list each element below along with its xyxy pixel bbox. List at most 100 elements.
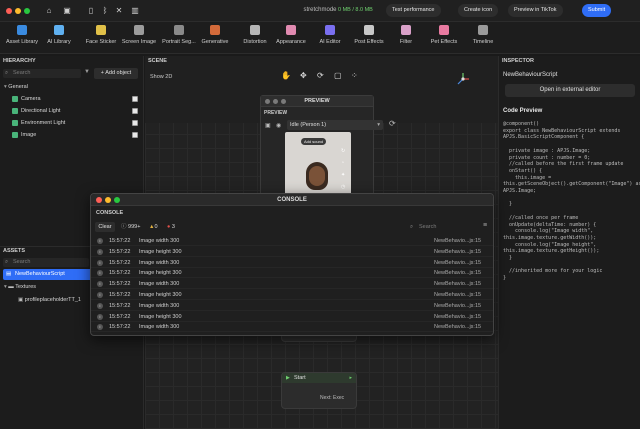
beauty-icon[interactable]: ✦	[341, 172, 345, 178]
log-message: Image width 300	[139, 281, 180, 288]
visibility-checkbox[interactable]	[132, 96, 138, 102]
script-name: NewBehaviourScript	[503, 72, 558, 78]
assets-title: ASSETS	[3, 248, 26, 254]
log-time: 15:57:22	[109, 281, 131, 288]
tool-filter[interactable]: Filter	[396, 25, 416, 45]
log-row[interactable]: i 15:57:22 Image width 300 NewBehavio...js:…	[91, 301, 493, 311]
tool-face-sticker[interactable]: Face Sticker	[84, 25, 118, 45]
tool-pet-effects[interactable]: Pet Effects	[428, 25, 460, 45]
tree-item-label: Image	[21, 132, 37, 138]
error-filter-toggle[interactable]: ● 3	[167, 222, 175, 232]
create-icon-button[interactable]: Create icon	[458, 4, 499, 17]
generative-icon	[210, 25, 220, 35]
log-source[interactable]: NewBehavio...js:15	[434, 258, 481, 268]
console-tab[interactable]: CONSOLE	[96, 210, 123, 216]
log-row[interactable]: i 15:57:22 Image width 300 NewBehavio...js:…	[91, 258, 493, 268]
open-external-label: Open in external editor	[539, 87, 601, 93]
test-performance-label: Test performance	[392, 7, 435, 13]
error-count: 3	[171, 224, 175, 230]
log-source[interactable]: NewBehavio...js:15	[434, 290, 481, 300]
log-source[interactable]: NewBehavio...js:15	[434, 268, 481, 278]
tree-item-label: Camera	[21, 96, 41, 102]
hierarchy-search-input[interactable]: ⌕ Search	[3, 69, 81, 78]
tree-item-directional-light[interactable]: Directional Light	[0, 106, 144, 116]
memory-indicator: 0 MB / 8.0 MB	[338, 7, 373, 13]
visibility-checkbox[interactable]	[132, 108, 138, 114]
tool-portrait-seg[interactable]: Portrait Seg...	[160, 25, 198, 45]
tool-screen-image[interactable]: Screen Image	[120, 25, 158, 45]
tool-generative[interactable]: Generative	[200, 25, 230, 45]
tool-timeline[interactable]: Timeline	[468, 25, 498, 45]
face-sticker-icon	[96, 25, 106, 35]
tree-group-general[interactable]: ▾ General	[0, 82, 144, 92]
transform-tool-icon[interactable]: ⁘	[351, 71, 358, 80]
log-time: 15:57:22	[109, 259, 131, 266]
log-row[interactable]: i 15:57:22 Image height 300 NewBehavio...js…	[91, 312, 493, 322]
log-source[interactable]: NewBehavio...js:15	[434, 301, 481, 311]
log-row[interactable]: i 15:57:22 Image height 300 NewBehavio...js…	[91, 268, 493, 279]
log-row[interactable]: i 15:57:22 Image height 300 NewBehavio...js…	[91, 247, 493, 257]
exec-pin-icon[interactable]: ▸	[349, 375, 352, 381]
add-sound-badge[interactable]: Add sound	[301, 138, 327, 145]
tool-ai-library[interactable]: AI Library	[42, 25, 76, 45]
screen-image-icon	[134, 25, 144, 35]
warning-filter-toggle[interactable]: ▲0	[149, 222, 158, 232]
filter-icon[interactable]: ▼	[84, 69, 90, 75]
console-clear-button[interactable]: Clear	[95, 222, 115, 232]
log-row[interactable]: i 15:57:22 Image width 300 NewBehavio...js:…	[91, 236, 493, 246]
hand-tool-icon[interactable]: ✋	[281, 71, 291, 80]
preview-tab[interactable]: PREVIEW	[264, 110, 287, 116]
flip-icon[interactable]: ↻	[341, 148, 345, 154]
console-search-input[interactable]: ⌕ Search	[409, 222, 471, 232]
tool-label: Pet Effects	[430, 39, 458, 45]
visibility-checkbox[interactable]	[132, 120, 138, 126]
tool-appearance[interactable]: Appearance	[274, 25, 308, 45]
log-source[interactable]: NewBehavio...js:15	[434, 236, 481, 246]
log-source[interactable]: NewBehavio...js:15	[434, 279, 481, 289]
timer-icon[interactable]: ◷	[341, 184, 345, 190]
rotate-tool-icon[interactable]: ⟳	[317, 71, 324, 80]
console-filter-icon[interactable]: ≡	[483, 222, 487, 229]
camera-icon[interactable]: ◉	[276, 122, 281, 129]
axis-gizmo-icon[interactable]	[456, 72, 470, 86]
log-row[interactable]: i 15:57:22 Image height 300 NewBehavio...js…	[91, 290, 493, 300]
tool-distortion[interactable]: Distortion	[240, 25, 270, 45]
info-filter-toggle[interactable]: ⓘ 999+	[121, 222, 140, 232]
log-message: Image height 300	[139, 248, 182, 255]
device-icon[interactable]: ▣	[265, 122, 271, 129]
phone-preview-screen[interactable]: Add sound ↻ ◔ ✦ ◷	[285, 132, 351, 200]
scale-tool-icon[interactable]: ▢	[334, 71, 342, 80]
refresh-icon[interactable]: ⟳	[389, 119, 396, 128]
log-row[interactable]: i 15:57:22 Image width 300 NewBehavio...js:…	[91, 322, 493, 333]
graph-node-start[interactable]: ▶ Start ▸ Next: Exec	[281, 372, 357, 409]
asset-item-script[interactable]: ▤ NewBehaviourScript	[3, 269, 93, 280]
tool-post-effects[interactable]: Post Effects	[352, 25, 386, 45]
speed-icon[interactable]: ◔	[341, 160, 344, 166]
log-source[interactable]: NewBehavio...js:15	[434, 322, 481, 332]
preview-tiktok-button[interactable]: Preview in TikTok	[508, 4, 563, 17]
tree-item-environment-light[interactable]: Environment Light	[0, 118, 144, 128]
preview-person-dropdown[interactable]: Idle (Person 1) ▾	[287, 120, 383, 130]
log-message: Image height 300	[139, 292, 182, 298]
log-row[interactable]: i 15:57:22 Image width 300 NewBehavio...js:…	[91, 279, 493, 290]
add-object-button[interactable]: + Add object	[94, 68, 138, 79]
tree-item-image[interactable]: Image	[0, 130, 144, 140]
tree-item-camera[interactable]: Camera	[0, 94, 144, 104]
test-performance-button[interactable]: Test performance	[386, 4, 441, 17]
log-source[interactable]: NewBehavio...js:15	[434, 312, 481, 322]
log-time: 15:57:22	[109, 292, 131, 298]
log-source[interactable]: NewBehavio...js:15	[434, 247, 481, 257]
tool-asset-library[interactable]: Asset Library	[2, 25, 42, 45]
info-icon: i	[97, 313, 103, 320]
visibility-checkbox[interactable]	[132, 132, 138, 138]
move-tool-icon[interactable]: ✥	[300, 71, 307, 80]
assets-search-input[interactable]: ⌕ Search	[3, 258, 89, 267]
asset-item-label: NewBehaviourScript	[15, 271, 65, 277]
log-message: Image width 300	[139, 324, 180, 331]
submit-button[interactable]: Submit	[582, 4, 612, 17]
open-external-editor-button[interactable]: Open in external editor	[505, 84, 635, 97]
tool-ai-editor[interactable]: AI Editor	[316, 25, 344, 45]
show-2d-toggle[interactable]: Show 2D	[150, 74, 172, 80]
log-time: 15:57:22	[109, 270, 131, 277]
preview-window-title: PREVIEW	[304, 98, 330, 104]
